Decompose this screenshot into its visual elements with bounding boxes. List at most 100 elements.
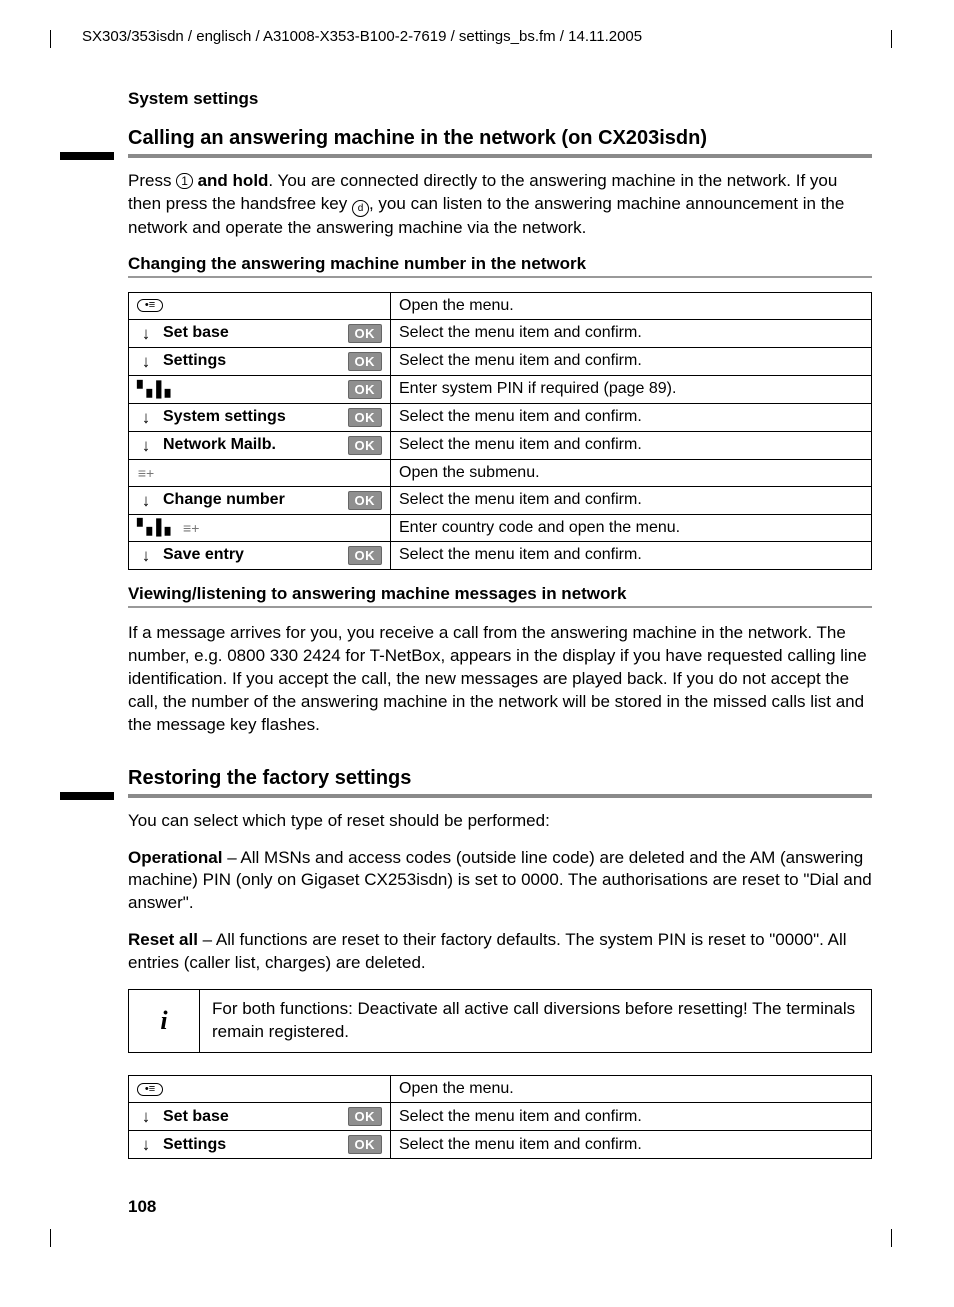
ok-badge: OK <box>348 1107 383 1126</box>
step-desc: Select the menu item and confirm. <box>391 319 872 347</box>
down-arrow-icon: ↓ <box>137 409 155 426</box>
heading-restoring: Restoring the factory settings <box>128 767 872 790</box>
paragraph: You can select which type of reset shoul… <box>128 810 872 833</box>
paragraph: Operational – All MSNs and access codes … <box>128 847 872 916</box>
sub-rule <box>128 276 872 278</box>
step-label: System settings <box>163 408 340 426</box>
step-cell: ▘▖▌▖ ≡+ <box>129 514 391 541</box>
step-cell: ↓ Settings OK <box>129 347 391 375</box>
sub-rule <box>128 606 872 608</box>
step-cell: ≡+ <box>129 459 391 486</box>
text: Press <box>128 171 176 190</box>
step-desc: Enter country code and open the menu. <box>391 514 872 541</box>
down-arrow-icon: ↓ <box>137 1108 155 1125</box>
keypad-icon: ▘▖▌▖ <box>137 520 174 535</box>
ok-badge: OK <box>348 436 383 455</box>
submenu-icon: ≡+ <box>137 466 155 480</box>
step-desc: Open the submenu. <box>391 459 872 486</box>
table-row: •≡ Open the menu. <box>129 1076 872 1103</box>
table-row: ▘▖▌▖ OK Enter system PIN if required (page… <box>129 375 872 403</box>
heading-calling-am: Calling an answering machine in the netw… <box>128 127 872 150</box>
bold-text: Reset all <box>128 930 198 949</box>
down-arrow-icon: ↓ <box>137 353 155 370</box>
heading-view-listen: Viewing/listening to answering machine m… <box>128 584 872 604</box>
ok-badge: OK <box>348 1135 383 1154</box>
step-cell: •≡ <box>129 292 391 319</box>
table-row: ↓ Set base OK Select the menu item and conf… <box>129 1103 872 1131</box>
table-row: ≡+ Open the submenu. <box>129 459 872 486</box>
step-cell: ↓ Settings OK <box>129 1131 391 1159</box>
submenu-icon: ≡+ <box>182 521 200 535</box>
ok-badge: OK <box>348 491 383 510</box>
steps-table-2: •≡ Open the menu. ↓ Set base OK Select the me… <box>128 1075 872 1159</box>
info-icon: i <box>129 990 200 1052</box>
table-row: ↓ Change number OK Select the menu item and… <box>129 486 872 514</box>
step-desc: Select the menu item and confirm. <box>391 1131 872 1159</box>
step-desc: Enter system PIN if required (page 89). <box>391 375 872 403</box>
handsfree-key-icon: d <box>352 200 369 217</box>
step-cell: ↓ Change number OK <box>129 486 391 514</box>
table-row: ↓ Set base OK Select the menu item and conf… <box>129 319 872 347</box>
info-box: i For both functions: Deactivate all act… <box>128 989 872 1053</box>
step-cell: •≡ <box>129 1076 391 1103</box>
down-arrow-icon: ↓ <box>137 325 155 342</box>
step-cell: ↓Save entryOK <box>129 541 391 569</box>
step-cell: ↓ Network Mailb. OK <box>129 431 391 459</box>
step-label: Set base <box>163 1108 340 1126</box>
step-desc: Select the menu item and confirm. <box>391 431 872 459</box>
step-desc: Select the menu item and confirm. <box>391 347 872 375</box>
paragraph: Press 1 and hold. You are connected dire… <box>128 170 872 240</box>
text: – All MSNs and access codes (outside lin… <box>128 848 872 913</box>
heading-rule <box>128 154 872 158</box>
manual-page: SX303/353isdn / englisch / A31008-X353-B… <box>0 0 954 1307</box>
step-label: Settings <box>163 352 340 370</box>
crop-mark <box>891 30 892 48</box>
running-head: SX303/353isdn / englisch / A31008-X353-B… <box>82 28 894 45</box>
section-label: System settings <box>128 89 872 109</box>
heading-change-number: Changing the answering machine number in… <box>128 254 872 274</box>
down-arrow-icon: ↓ <box>137 1136 155 1153</box>
crop-mark <box>50 1229 51 1247</box>
menu-icon: •≡ <box>137 299 163 312</box>
table-row: ▘▖▌▖ ≡+Enter country code and open the m… <box>129 514 872 541</box>
step-label: Settings <box>163 1136 340 1154</box>
step-cell: ↓ System settings OK <box>129 403 391 431</box>
ok-badge: OK <box>348 408 383 427</box>
keypad-icon: ▘▖▌▖ <box>137 382 174 397</box>
step-cell: ↓ Set base OK <box>129 1103 391 1131</box>
down-arrow-icon: ↓ <box>137 547 155 564</box>
table-row: ↓ Settings OK Select the menu item and conf… <box>129 347 872 375</box>
step-label: Save entry <box>163 546 340 564</box>
ok-badge: OK <box>348 352 383 371</box>
table-row: ↓ System settings OK Select the menu item a… <box>129 403 872 431</box>
step-cell: ▘▖▌▖ OK <box>129 375 391 403</box>
key-icon: 1 <box>176 173 193 189</box>
bold-text: Operational <box>128 848 222 867</box>
down-arrow-icon: ↓ <box>137 492 155 509</box>
paragraph: Reset all – All functions are reset to t… <box>128 929 872 975</box>
steps-table-1: •≡ Open the menu. ↓ Set base OK Select the me… <box>128 292 872 570</box>
paragraph: If a message arrives for you, you receiv… <box>128 622 872 737</box>
step-desc: Select the menu item and confirm. <box>391 541 872 569</box>
ok-badge: OK <box>348 380 383 399</box>
step-desc: Select the menu item and confirm. <box>391 403 872 431</box>
table-row: ↓Save entryOKSelect the menu item and co… <box>129 541 872 569</box>
bold-text: and hold <box>193 171 269 190</box>
crop-mark <box>891 1229 892 1247</box>
heading-rule <box>128 794 872 798</box>
step-desc: Select the menu item and confirm. <box>391 486 872 514</box>
step-label: Set base <box>163 324 340 342</box>
down-arrow-icon: ↓ <box>137 437 155 454</box>
ok-badge: OK <box>348 324 383 343</box>
info-text: For both functions: Deactivate all activ… <box>200 990 871 1052</box>
step-label: Change number <box>163 491 340 509</box>
table-row: ↓ Network Mailb. OK Select the menu item an… <box>129 431 872 459</box>
step-desc: Select the menu item and confirm. <box>391 1103 872 1131</box>
step-desc: Open the menu. <box>391 292 872 319</box>
step-label: Network Mailb. <box>163 436 340 454</box>
text: – All functions are reset to their facto… <box>128 930 847 972</box>
content-area: System settings Calling an answering mac… <box>128 89 872 1159</box>
menu-icon: •≡ <box>137 1083 163 1096</box>
step-desc: Open the menu. <box>391 1076 872 1103</box>
step-cell: ↓ Set base OK <box>129 319 391 347</box>
